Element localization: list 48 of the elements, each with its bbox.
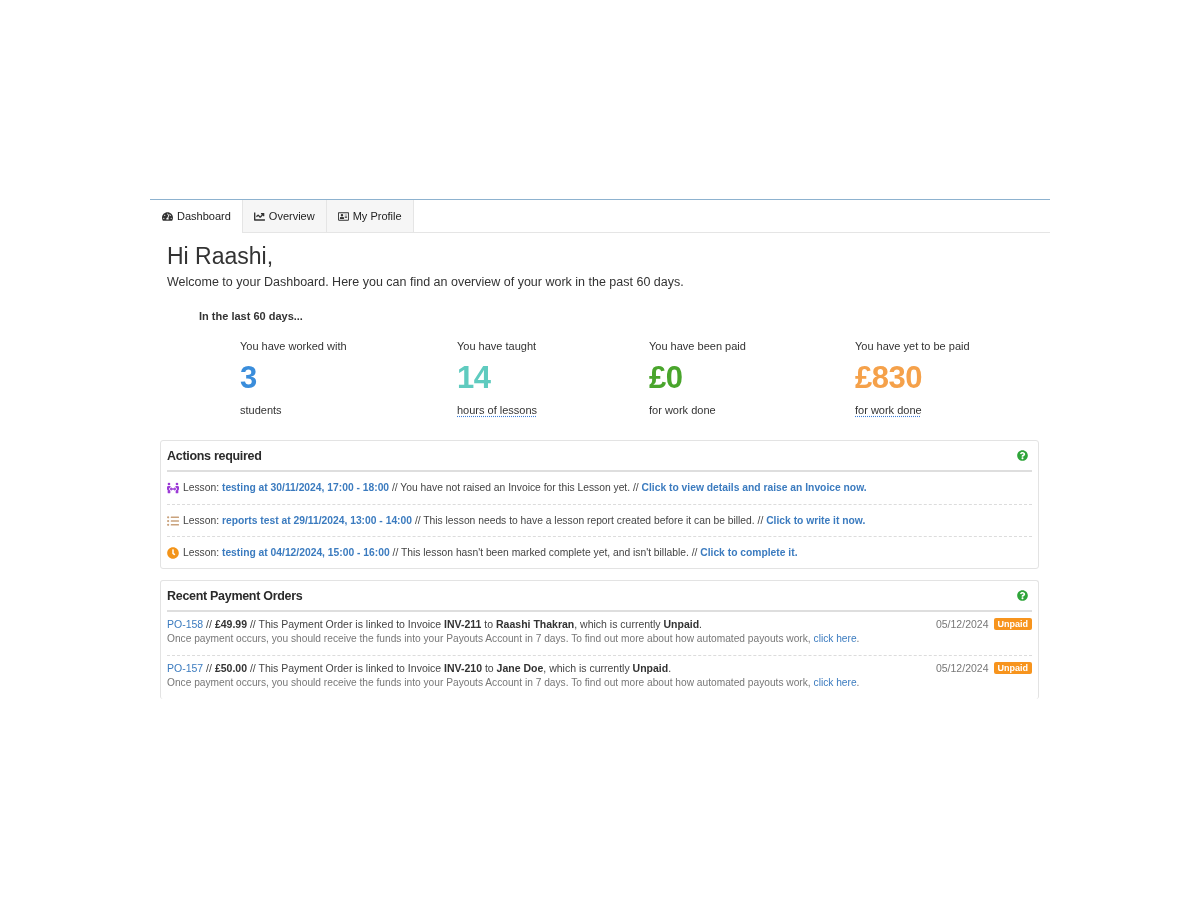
payout-note: Once payment occurs, you should receive the funds into your Payouts Account in 7 days. To find out more about how automated payouts work, click here. — [167, 676, 860, 690]
stat-value: £830 — [855, 361, 922, 395]
tab[interactable]: My Profile — [325, 200, 414, 233]
payment-date: 05/12/2024 — [935, 617, 989, 631]
stat-unit: students — [240, 403, 282, 417]
action-text: Lesson: testing at 30/11/2024, 17:00 - 18:00 // You have not raised an Invoice for this Lesson yet. // Click to view details and raise an Invoice now. — [183, 481, 867, 495]
stat-unit: hours of lessons — [457, 403, 538, 417]
list-icon — [167, 514, 179, 527]
stat-label: You have been paid — [649, 339, 746, 353]
action-link[interactable]: Click to view details and raise an Invoice now. — [641, 482, 867, 493]
action-text: Lesson: testing at 04/12/2024, 15:00 - 16:00 // This lesson hasn't been marked complete yet, and isn't billable. // Click to complete it. — [183, 545, 798, 560]
payment-order-link[interactable]: PO-158 — [167, 618, 204, 630]
help-icon[interactable] — [1017, 450, 1028, 461]
stat-unit: for work done — [649, 403, 716, 417]
stat-label: You have worked with — [240, 339, 347, 353]
stat-value: 14 — [457, 361, 491, 395]
line-chart-icon — [253, 210, 265, 222]
greeting-heading: Hi Raashi, — [167, 242, 275, 270]
stat-value: 3 — [240, 361, 257, 395]
summary-title: In the last 60 days... — [199, 309, 304, 323]
lesson-link[interactable]: testing at 04/12/2024, 15:00 - 16:00 — [221, 546, 390, 558]
click-here-link[interactable]: click here — [813, 633, 857, 644]
payment-date: 05/12/2024 — [935, 661, 989, 675]
clock-icon — [167, 546, 179, 559]
lesson-link[interactable]: reports test at 29/11/2024, 13:00 - 14:00 — [221, 514, 412, 526]
people-arrows-icon — [167, 482, 179, 494]
help-icon[interactable] — [1017, 590, 1028, 601]
gauge-icon — [162, 210, 173, 222]
panel-title: Recent Payment Orders — [167, 588, 303, 603]
intro-text: Welcome to your Dashboard. Here you can find an overview of your work in the past 60 days. — [167, 274, 685, 290]
payment-order-summary: PO-158 // £49.99 // This Payment Order is linked to Invoice INV-211 to Raashi Thakran, which is currently Unpaid. — [167, 617, 703, 631]
payment-order-link[interactable]: PO-157 — [167, 662, 204, 674]
id-card-icon — [337, 210, 349, 222]
stat-unit: for work done — [855, 403, 922, 417]
status-badge: Unpaid — [993, 618, 1032, 630]
panel-title: Actions required — [167, 448, 262, 463]
stat-label: You have taught — [457, 339, 537, 353]
payment-order-summary: PO-157 // £50.00 // This Payment Order is linked to Invoice INV-210 to Jane Doe, which is currently Unpaid. — [167, 661, 672, 675]
lesson-link[interactable]: testing at 30/11/2024, 17:00 - 18:00 — [221, 482, 390, 493]
action-link[interactable]: Click to write it now. — [766, 514, 866, 526]
stat-value: £0 — [649, 361, 683, 395]
action-link[interactable]: Click to complete it. — [700, 546, 798, 558]
status-badge: Unpaid — [993, 662, 1032, 674]
payout-note: Once payment occurs, you should receive the funds into your Payouts Account in 7 days. To find out more about how automated payouts work, click here. — [167, 632, 860, 646]
action-text: Lesson: reports test at 29/11/2024, 13:00 - 14:00 // This lesson needs to have a lesson report created before it can be billed. // Click to write it now. — [183, 513, 866, 528]
click-here-link[interactable]: click here — [813, 677, 857, 688]
tab[interactable]: Overview — [241, 200, 327, 233]
stat-label: You have yet to be paid — [855, 339, 970, 353]
